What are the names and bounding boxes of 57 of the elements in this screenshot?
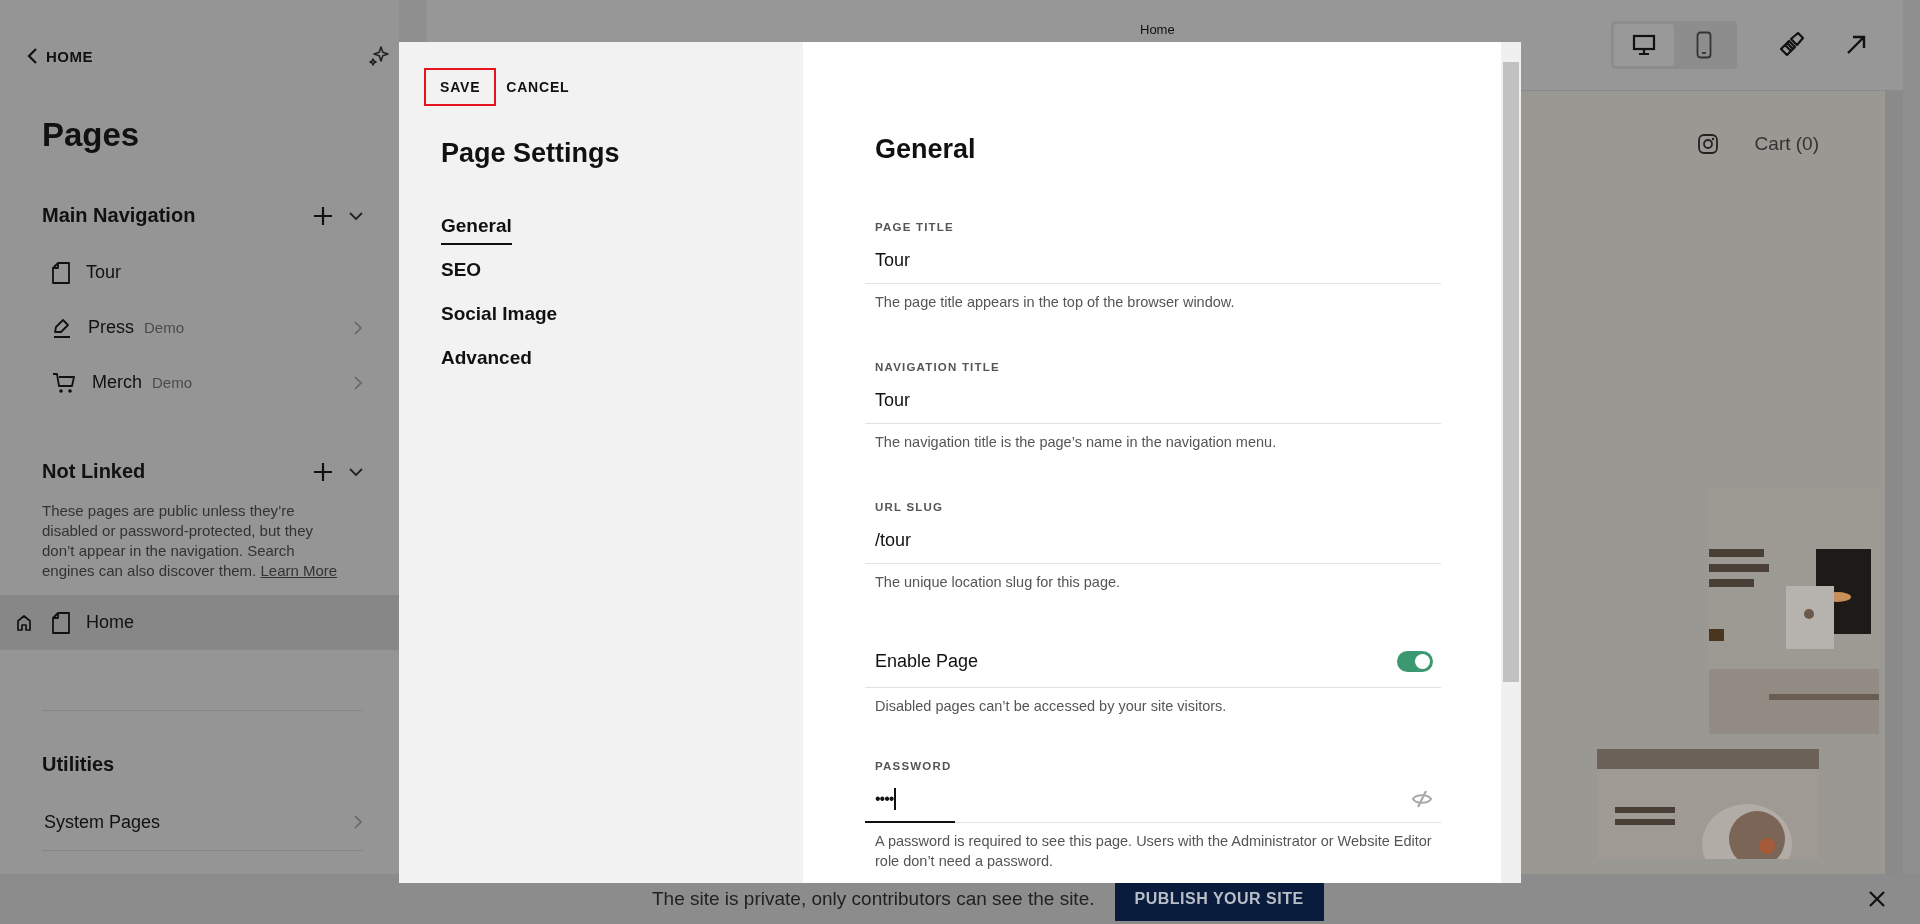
section-title: Not Linked: [42, 460, 147, 483]
field-help: The unique location slug for this page.: [875, 573, 1122, 592]
page-icon: [52, 261, 70, 284]
demo-tag: Demo: [152, 374, 193, 391]
scrollbar[interactable]: [1501, 42, 1521, 883]
nav-item[interactable]: Tour: [0, 245, 399, 300]
chevron-down-icon[interactable]: [349, 210, 363, 221]
nav-item[interactable]: Home: [0, 595, 399, 650]
field-help: A password is required to see this page. Users with the Administrator or Website Editor role don’t need a password.: [875, 832, 1433, 871]
demo-tag: Demo: [144, 319, 185, 336]
chevron-down-icon[interactable]: [349, 466, 363, 477]
cart-icon: [52, 371, 76, 394]
text-field[interactable]: Tour: [865, 237, 1441, 284]
settings-tab[interactable]: SEO: [441, 259, 482, 289]
back-link[interactable]: HOME: [26, 47, 93, 65]
instagram-icon[interactable]: [1696, 133, 1719, 155]
nav-item[interactable]: Merch Demo: [0, 355, 399, 410]
field-help: Disabled pages can’t be accessed by your site visitors.: [875, 697, 1228, 716]
toggle-label: Enable Page: [875, 650, 979, 672]
add-icon[interactable]: [313, 205, 333, 226]
page-icon: [52, 611, 70, 634]
settings-tab[interactable]: Social Image: [441, 303, 558, 333]
arrow-icon[interactable]: [1845, 34, 1867, 56]
field-help: The navigation title is the page’s name in the navigation menu.: [875, 433, 1278, 452]
learn-more-link[interactable]: Learn More: [260, 562, 338, 579]
save-button[interactable]: SAVE: [424, 68, 497, 106]
chevron-left-icon: [26, 47, 38, 65]
nav-item[interactable]: System Pages: [42, 794, 363, 851]
field-label: PASSWORD: [875, 760, 953, 772]
field-label: URL SLUG: [875, 501, 945, 513]
banner-message: The site is private, only contributors can see the site.: [652, 888, 1095, 910]
text-field[interactable]: Tour: [865, 377, 1441, 424]
close-icon[interactable]: [1868, 890, 1886, 908]
text-field[interactable]: /tour: [865, 517, 1441, 564]
settings-tab[interactable]: Advanced: [441, 347, 532, 377]
sparkle-icon[interactable]: [367, 44, 391, 68]
desktop-view-button[interactable]: [1614, 24, 1674, 66]
cart-link[interactable]: Cart (0): [1754, 133, 1819, 155]
pen-icon: [52, 316, 72, 339]
password-field[interactable]: ••••: [865, 776, 1441, 823]
settings-tab[interactable]: General: [441, 215, 512, 245]
field-label: NAVIGATION TITLE: [875, 361, 1001, 373]
mobile-icon: [1696, 31, 1712, 59]
section-title: Main Navigation: [42, 204, 197, 227]
section-description: These pages are public unless they’re disabled or password-protected, but they don’t appear in the navigation. Search engines can also discover them. Learn More: [42, 501, 339, 581]
section-title: Utilities: [42, 753, 116, 776]
sidebar-title: Pages: [42, 116, 141, 154]
desktop-icon: [1632, 34, 1656, 56]
cancel-button[interactable]: CANCEL: [504, 68, 572, 106]
add-icon[interactable]: [313, 461, 333, 482]
toggle-switch[interactable]: [1397, 650, 1433, 672]
preview-page-title: Home: [1140, 22, 1175, 38]
field-help: The page title appears in the top of the browser window.: [875, 293, 1236, 312]
section-heading: General: [875, 134, 977, 165]
dialog-title: Page Settings: [441, 138, 621, 169]
nav-item[interactable]: Press Demo: [0, 300, 399, 355]
field-label: PAGE TITLE: [875, 221, 955, 233]
